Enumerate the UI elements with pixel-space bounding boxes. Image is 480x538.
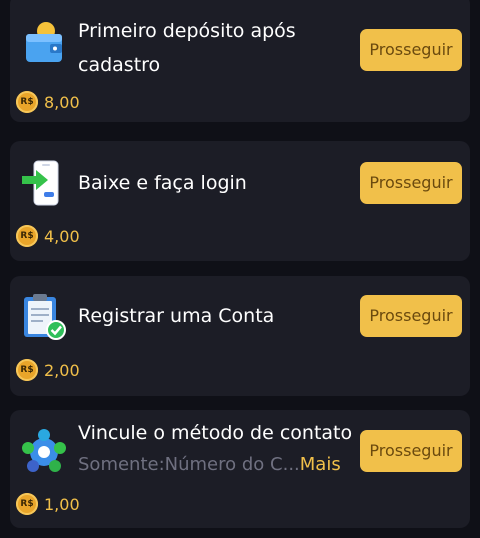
task-title: Primeiro depósito após cadastro <box>78 20 296 76</box>
coin-icon: R$ <box>16 91 38 113</box>
reward: R$ 2,00 <box>16 358 80 382</box>
prosseguir-button[interactable]: Prosseguir <box>360 295 462 337</box>
coin-icon: R$ <box>16 225 38 247</box>
prosseguir-button[interactable]: Prosseguir <box>360 29 462 71</box>
task-title: Registrar uma Conta <box>78 305 275 327</box>
task-card-link-contact: Vincule o método de contato Somente:Núme… <box>10 410 470 528</box>
reward: R$ 4,00 <box>16 224 80 248</box>
reward-amount: 2,00 <box>44 360 80 380</box>
wallet-icon <box>26 22 62 62</box>
subtitle-text: Somente:Número do C... <box>78 454 300 475</box>
more-link[interactable]: Mais <box>300 454 341 475</box>
task-subtitle: Somente:Número do C...Mais <box>78 450 341 480</box>
coin-icon: R$ <box>16 359 38 381</box>
task-card-download-login: Baixe e faça login Prosseguir R$ 4,00 <box>10 141 470 261</box>
prosseguir-button[interactable]: Prosseguir <box>360 430 462 472</box>
task-card-first-deposit: Primeiro depósito após cadastro Prossegu… <box>10 0 470 122</box>
reward-amount: 4,00 <box>44 226 80 246</box>
reward-amount: 8,00 <box>44 92 80 112</box>
reward: R$ 1,00 <box>16 492 80 516</box>
task-title: Baixe e faça login <box>78 172 247 194</box>
task-title: Vincule o método de contato <box>78 422 353 444</box>
social-contacts-icon <box>22 429 66 472</box>
phone-download-icon <box>22 160 59 206</box>
reward: R$ 8,00 <box>16 90 80 114</box>
prosseguir-button[interactable]: Prosseguir <box>360 162 462 204</box>
task-card-register: Registrar uma Conta Prosseguir R$ 2,00 <box>10 276 470 396</box>
clipboard-check-icon <box>24 294 66 340</box>
reward-amount: 1,00 <box>44 494 80 514</box>
coin-icon: R$ <box>16 493 38 515</box>
